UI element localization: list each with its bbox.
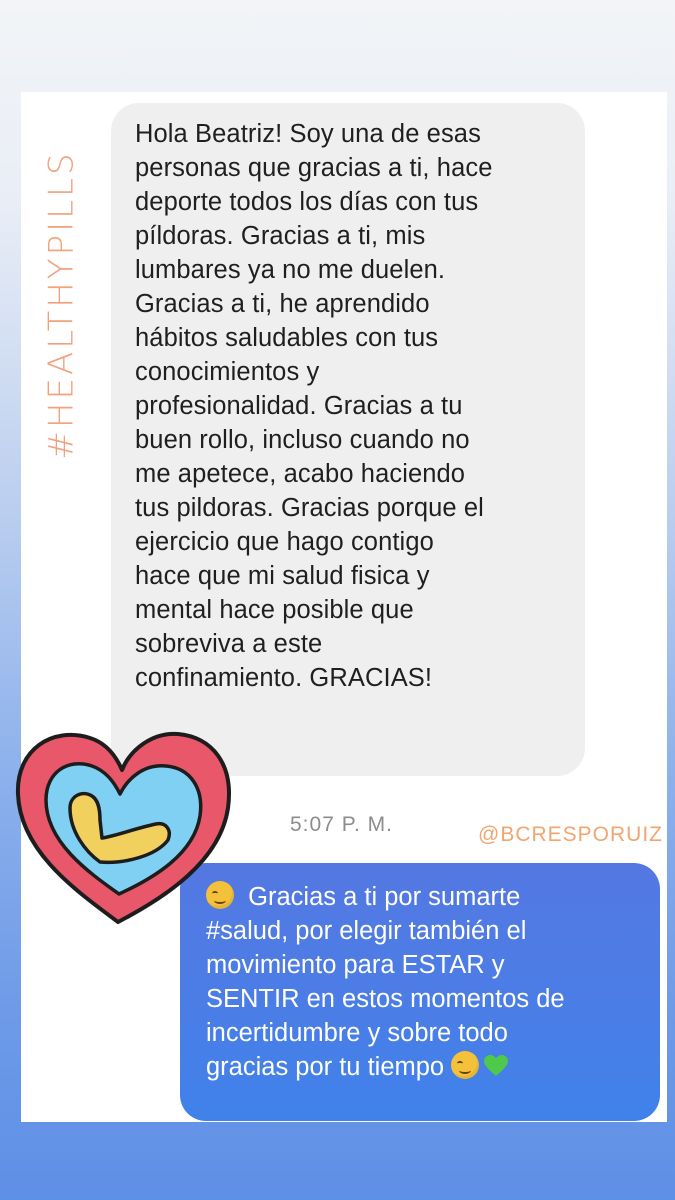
message-line: me apetece, acabo haciendo (135, 460, 466, 488)
outgoing-message-bubble[interactable]: Gracias a ti por sumarte #salud, por ele… (180, 863, 660, 1121)
message-line: movimiento para ESTAR y (206, 951, 505, 979)
message-timestamp: 5:07 P. M. (290, 813, 394, 836)
message-line: Hola Beatriz! Soy una de esas (135, 120, 481, 148)
message-line: ejercicio que hago contigo (135, 528, 434, 556)
hashtag-overlay: #HEALTHYPILLS (40, 150, 84, 460)
message-line: Gracias a ti, he aprendido (135, 290, 430, 318)
message-line: deporte todos los días con tus (135, 188, 479, 216)
message-line: hace que mi salud fisica y (135, 562, 430, 590)
message-line: hábitos saludables con tus (135, 324, 439, 352)
message-line: incertidumbre y sobre todo (206, 1019, 508, 1047)
incoming-message-bubble[interactable]: Hola Beatriz! Soy una de esas personas q… (111, 103, 585, 776)
message-line: píldoras. Gracias a ti, mis (135, 222, 426, 250)
hashtag-overlay-text: #HEALTHYPILLS (42, 150, 83, 460)
handle-overlay: @BCRESPORUIZ (478, 823, 664, 846)
green-heart-icon (483, 1054, 509, 1078)
message-line: personas que gracias a ti, hace (135, 154, 493, 182)
outgoing-message-text: Gracias a ti por sumarte #salud, por ele… (206, 880, 640, 1084)
message-line: buen rollo, incluso cuando no (135, 426, 470, 454)
heart-sticker-icon (6, 712, 236, 934)
message-line: lumbares ya no me duelen. (135, 256, 446, 284)
incoming-message-text: Hola Beatriz! Soy una de esas personas q… (135, 117, 563, 695)
message-line-text: gracias por tu tiempo (206, 1053, 445, 1081)
message-line: tus pildoras. Gracias porque el (135, 494, 484, 522)
message-line: conocimientos y (135, 358, 320, 386)
message-line: mental hace posible que (135, 596, 414, 624)
message-line: profesionalidad. Gracias a tu (135, 392, 463, 420)
message-line-text: Gracias a ti por sumarte (248, 883, 521, 911)
message-line: confinamiento. GRACIAS! (135, 664, 433, 692)
message-line: SENTIR en estos momentos de (206, 985, 565, 1013)
message-line: gracias por tu tiempo (206, 1050, 640, 1084)
message-line: #salud, por elegir también el (206, 917, 527, 945)
smiling-face-icon (451, 1051, 480, 1079)
message-line: sobreviva a este (135, 630, 323, 658)
message-line: Gracias a ti por sumarte (206, 880, 640, 914)
